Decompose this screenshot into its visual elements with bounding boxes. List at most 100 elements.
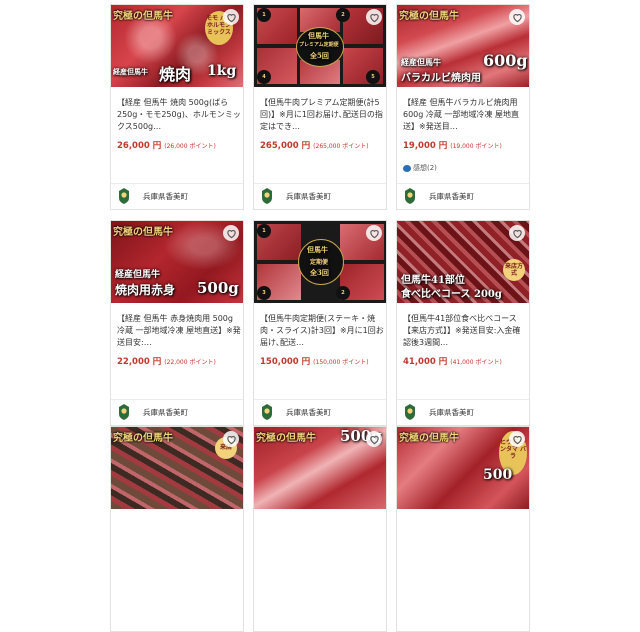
municipality-link[interactable]: 兵庫県香美町 [117,185,188,207]
favorite-button[interactable] [223,431,239,447]
product-card[interactable]: 究極の但馬牛 来店 [110,426,244,632]
product-banner: 究極の但馬牛 [113,11,173,22]
product-image-text-2: 全5回 [310,51,329,60]
municipality-emblem-icon [262,188,272,204]
product-card[interactable]: 究極の但馬牛 モモ バラ ホルモン ミックス 経産但馬牛 焼肉 1kg 【経産 … [110,4,244,210]
points-value: (150,000 ポイント) [313,359,369,366]
heart-icon [512,13,522,22]
municipality-link[interactable]: 兵庫県香美町 [117,401,188,423]
product-image[interactable]: 究極の但馬牛 モモ バラ ホルモン ミックス 経産但馬牛 焼肉 1kg [111,5,243,87]
product-price: 22,000 円 (22,000 ポイント) [117,355,216,367]
product-card[interactable]: 但馬牛 定期便 全3回 1 3 2 【但馬牛肉定期便(ステーキ・焼肉・スライス)… [253,220,387,426]
product-image-sub: 定期便 [310,259,329,266]
product-image-text-2: 1kg [207,63,237,79]
municipality-name: 兵庫県香美町 [286,407,331,417]
favorite-button[interactable] [509,431,525,447]
product-title[interactable]: 【経産 但馬牛バラカルビ焼肉用600g 冷蔵 一部地域冷凍 屋地直送】※発送目… [403,97,527,133]
product-banner: 究極の但馬牛 [399,11,459,22]
favorite-button[interactable] [223,9,239,25]
product-price: 265,000 円 (265,000 ポイント) [260,139,369,151]
round-badge-5: 5 [366,70,380,84]
heart-icon [226,435,236,444]
product-image-text: 但馬牛 [308,31,329,40]
product-image-text: 500 [483,467,513,483]
municipality-link[interactable]: 兵庫県香美町 [260,185,331,207]
divider [254,399,386,400]
heart-icon [226,13,236,22]
product-title[interactable]: 【経産 但馬牛 赤身焼肉用 500g 冷蔵 一部地域冷凍 屋地直送】※発送目安:… [117,313,241,349]
municipality-emblem-icon [405,404,415,420]
heart-icon [512,229,522,238]
product-image[interactable]: 但馬牛 プレミアム定期便 全5回 1 2 4 5 [254,5,386,87]
product-image-sub: 経産但馬牛 [113,67,148,76]
municipality-name: 兵庫県香美町 [429,407,474,417]
product-image-text: 600g [483,51,528,70]
product-title[interactable]: 【但馬牛肉定期便(ステーキ・焼肉・スライス)計3回】※月に1回お届け､配送… [260,313,384,349]
product-image-text: 但馬牛41部位 [401,275,465,286]
divider [397,399,529,400]
product-title[interactable]: 【但馬牛肉プレミアム定期便(計5回)】※月に1回お届け､配送日の指定はでき… [260,97,384,133]
product-tag: 来店方式 [503,259,525,281]
product-title[interactable]: 【但馬牛41部位食べ比べコース【来店方式】】※発送目安:入金確認後3週間… [403,313,527,349]
favorite-button[interactable] [223,225,239,241]
product-card[interactable]: 究極の但馬牛 ヒウチ シンタマ バラ 500 [396,426,530,632]
round-badge-1: 1 [257,8,271,22]
municipality-name: 兵庫県香美町 [286,191,331,201]
heart-icon [512,435,522,444]
product-banner: 究極の但馬牛 [399,433,459,444]
product-image[interactable]: 但馬牛 定期便 全3回 1 3 2 [254,221,386,303]
municipality-link[interactable]: 兵庫県香美町 [260,401,331,423]
round-badge-2: 2 [336,8,350,22]
price-value: 22,000 円 [117,357,162,367]
price-value: 150,000 円 [260,357,311,367]
product-image-sub: プレミアム定期便 [299,42,339,48]
product-card[interactable]: 究極の但馬牛 経産但馬牛 600g バラカルビ焼肉用 【経産 但馬牛バラカルビ焼… [396,4,530,210]
product-image[interactable]: 究極の但馬牛 来店 [111,427,243,509]
municipality-link[interactable]: 兵庫県香美町 [403,401,474,423]
divider [397,183,529,184]
heart-icon [226,229,236,238]
product-price: 41,000 円 (41,000 ポイント) [403,355,502,367]
review-count: 感想(2) [413,164,437,172]
product-price: 26,000 円 (26,000 ポイント) [117,139,216,151]
product-image[interactable]: 来店方式 但馬牛41部位 食べ比べコース 200g [397,221,529,303]
round-badge-4: 4 [257,70,271,84]
product-image[interactable]: 究極の但馬牛 経産但馬牛 焼肉用赤身 500g [111,221,243,303]
points-value: (22,000 ポイント) [164,359,216,366]
product-card[interactable]: 但馬牛 プレミアム定期便 全5回 1 2 4 5 【但馬牛肉プレミアム定期便(計… [253,4,387,210]
product-image-sub: 経産但馬牛 [115,270,161,280]
product-card[interactable]: 究極の但馬牛 経産但馬牛 焼肉用赤身 500g 【経産 但馬牛 赤身焼肉用 50… [110,220,244,426]
municipality-link[interactable]: 兵庫県香美町 [403,185,474,207]
municipality-emblem-icon [119,188,129,204]
divider [254,183,386,184]
product-title[interactable]: 【経産 但馬牛 焼肉 500g(ばら250g・モモ250g)、ホルモンミックス5… [117,97,241,133]
favorite-button[interactable] [509,225,525,241]
product-image-text: 但馬牛 [307,245,328,254]
price-value: 19,000 円 [403,141,448,151]
product-banner: 究極の但馬牛 [113,433,173,444]
municipality-name: 兵庫県香美町 [143,407,188,417]
product-image-text: 500g [197,279,239,297]
product-card[interactable]: 究極の但馬牛 500g [253,426,387,632]
municipality-emblem-icon [262,404,272,420]
product-image[interactable]: 究極の但馬牛 500g [254,427,386,509]
product-image[interactable]: 究極の但馬牛 経産但馬牛 600g バラカルビ焼肉用 [397,5,529,87]
points-value: (265,000 ポイント) [313,143,369,150]
favorite-button[interactable] [366,9,382,25]
product-image-sub: 経産但馬牛 [401,57,441,67]
favorite-button[interactable] [366,431,382,447]
product-price: 150,000 円 (150,000 ポイント) [260,355,369,367]
price-value: 41,000 円 [403,357,448,367]
product-image-text-2: 食べ比べコース 200g [401,289,502,300]
product-image[interactable]: 究極の但馬牛 ヒウチ シンタマ バラ 500 [397,427,529,509]
favorite-button[interactable] [509,9,525,25]
municipality-name: 兵庫県香美町 [429,191,474,201]
price-value: 265,000 円 [260,141,311,151]
municipality-name: 兵庫県香美町 [143,191,188,201]
divider [111,399,243,400]
favorite-button[interactable] [366,225,382,241]
round-badge-1: 1 [257,224,271,238]
product-card[interactable]: 来店方式 但馬牛41部位 食べ比べコース 200g 【但馬牛41部位食べ比べコー… [396,220,530,426]
heart-icon [369,435,379,444]
review-link[interactable]: 感想(2) [403,163,437,173]
